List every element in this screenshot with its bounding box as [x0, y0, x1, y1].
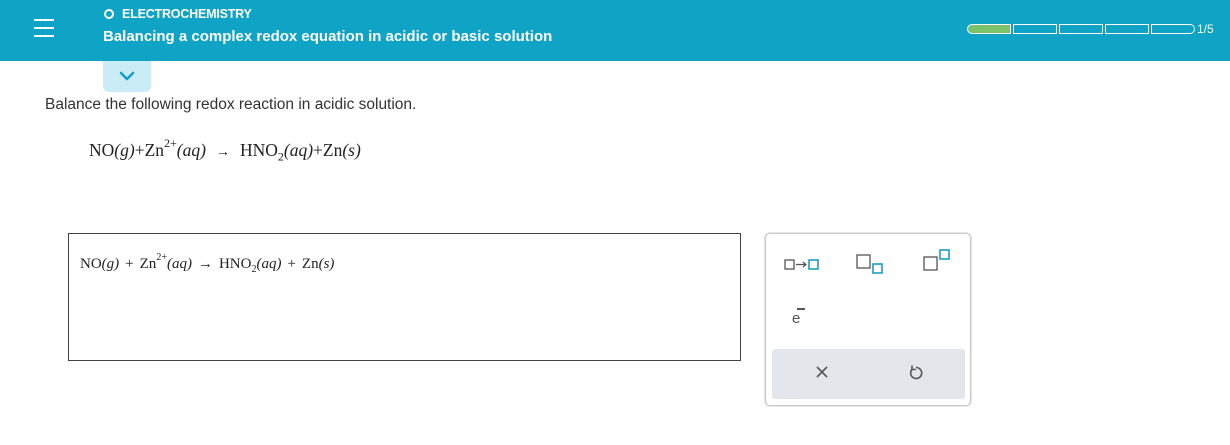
answer-toolbox: e [765, 233, 971, 406]
question-equation: NO(g)+Zn2+(aq) → HNO2(aq)+Zn(s) [89, 136, 361, 164]
eq-reactant2: Zn [144, 139, 165, 160]
eq-reactant1: NO [89, 139, 115, 160]
ans-reactant1: NO [80, 256, 102, 272]
menu-icon[interactable] [34, 17, 54, 39]
topic-circle-icon [104, 9, 114, 19]
topic-row: ELECTROCHEMISTRY [104, 6, 252, 22]
superscript-icon[interactable] [922, 248, 954, 279]
ans-product2: Zn [301, 256, 319, 272]
progress-segment-complete [967, 24, 1011, 34]
ans-reactant1-state: (g) [101, 256, 120, 272]
electron-label: e [792, 310, 801, 327]
eq-plus: + [313, 139, 323, 160]
topic-label: ELECTROCHEMISTRY [122, 7, 252, 21]
answer-input-box[interactable]: NO(g) + Zn2+(aq) → HNO2(aq) + Zn(s) [68, 233, 741, 361]
eq-reactant1-state: (g) [114, 139, 135, 160]
page-title: Balancing a complex redox equation in ac… [103, 28, 553, 45]
ans-product1-state: (aq) [256, 256, 282, 272]
electron-bar [797, 308, 805, 310]
ans-reactant2-charge: 2+ [156, 252, 167, 263]
close-icon[interactable] [814, 364, 830, 385]
progress-bar [967, 24, 1197, 34]
toolbox-actions [772, 349, 965, 399]
ans-arrow: → [197, 256, 213, 272]
eq-arrow: → [215, 144, 230, 160]
chevron-down-icon [119, 71, 135, 81]
ans-plus: + [287, 256, 296, 272]
ans-reactant2-state: (aq) [166, 256, 192, 272]
subscript-icon[interactable] [855, 253, 887, 280]
eq-plus: + [134, 139, 145, 160]
ans-plus: + [125, 256, 134, 272]
reaction-arrow-icon[interactable] [784, 258, 824, 277]
eq-product1: HNO [239, 139, 278, 160]
ans-product2-state: (s) [318, 256, 335, 272]
eq-reactant2-charge: 2+ [164, 136, 177, 150]
progress-segment [1105, 24, 1149, 34]
question-prompt: Balance the following redox reaction in … [45, 96, 417, 113]
eq-reactant2-state: (aq) [176, 139, 206, 160]
progress-label: 1/5 [1197, 22, 1214, 36]
ans-product1: HNO [218, 256, 252, 272]
answer-equation: NO(g) + Zn2+(aq) → HNO2(aq) + Zn(s) [80, 252, 335, 275]
electron-icon[interactable]: e [792, 308, 805, 327]
undo-icon[interactable] [907, 364, 925, 387]
eq-product2-state: (s) [342, 139, 361, 160]
progress-segment [1013, 24, 1057, 34]
progress-segment [1151, 24, 1195, 34]
top-bar: ELECTROCHEMISTRY Balancing a complex red… [0, 0, 1230, 61]
collapse-toggle-button[interactable] [103, 61, 151, 92]
progress-segment [1059, 24, 1103, 34]
eq-product2: Zn [322, 139, 343, 160]
ans-reactant2: Zn [139, 256, 157, 272]
eq-product1-state: (aq) [283, 139, 314, 160]
